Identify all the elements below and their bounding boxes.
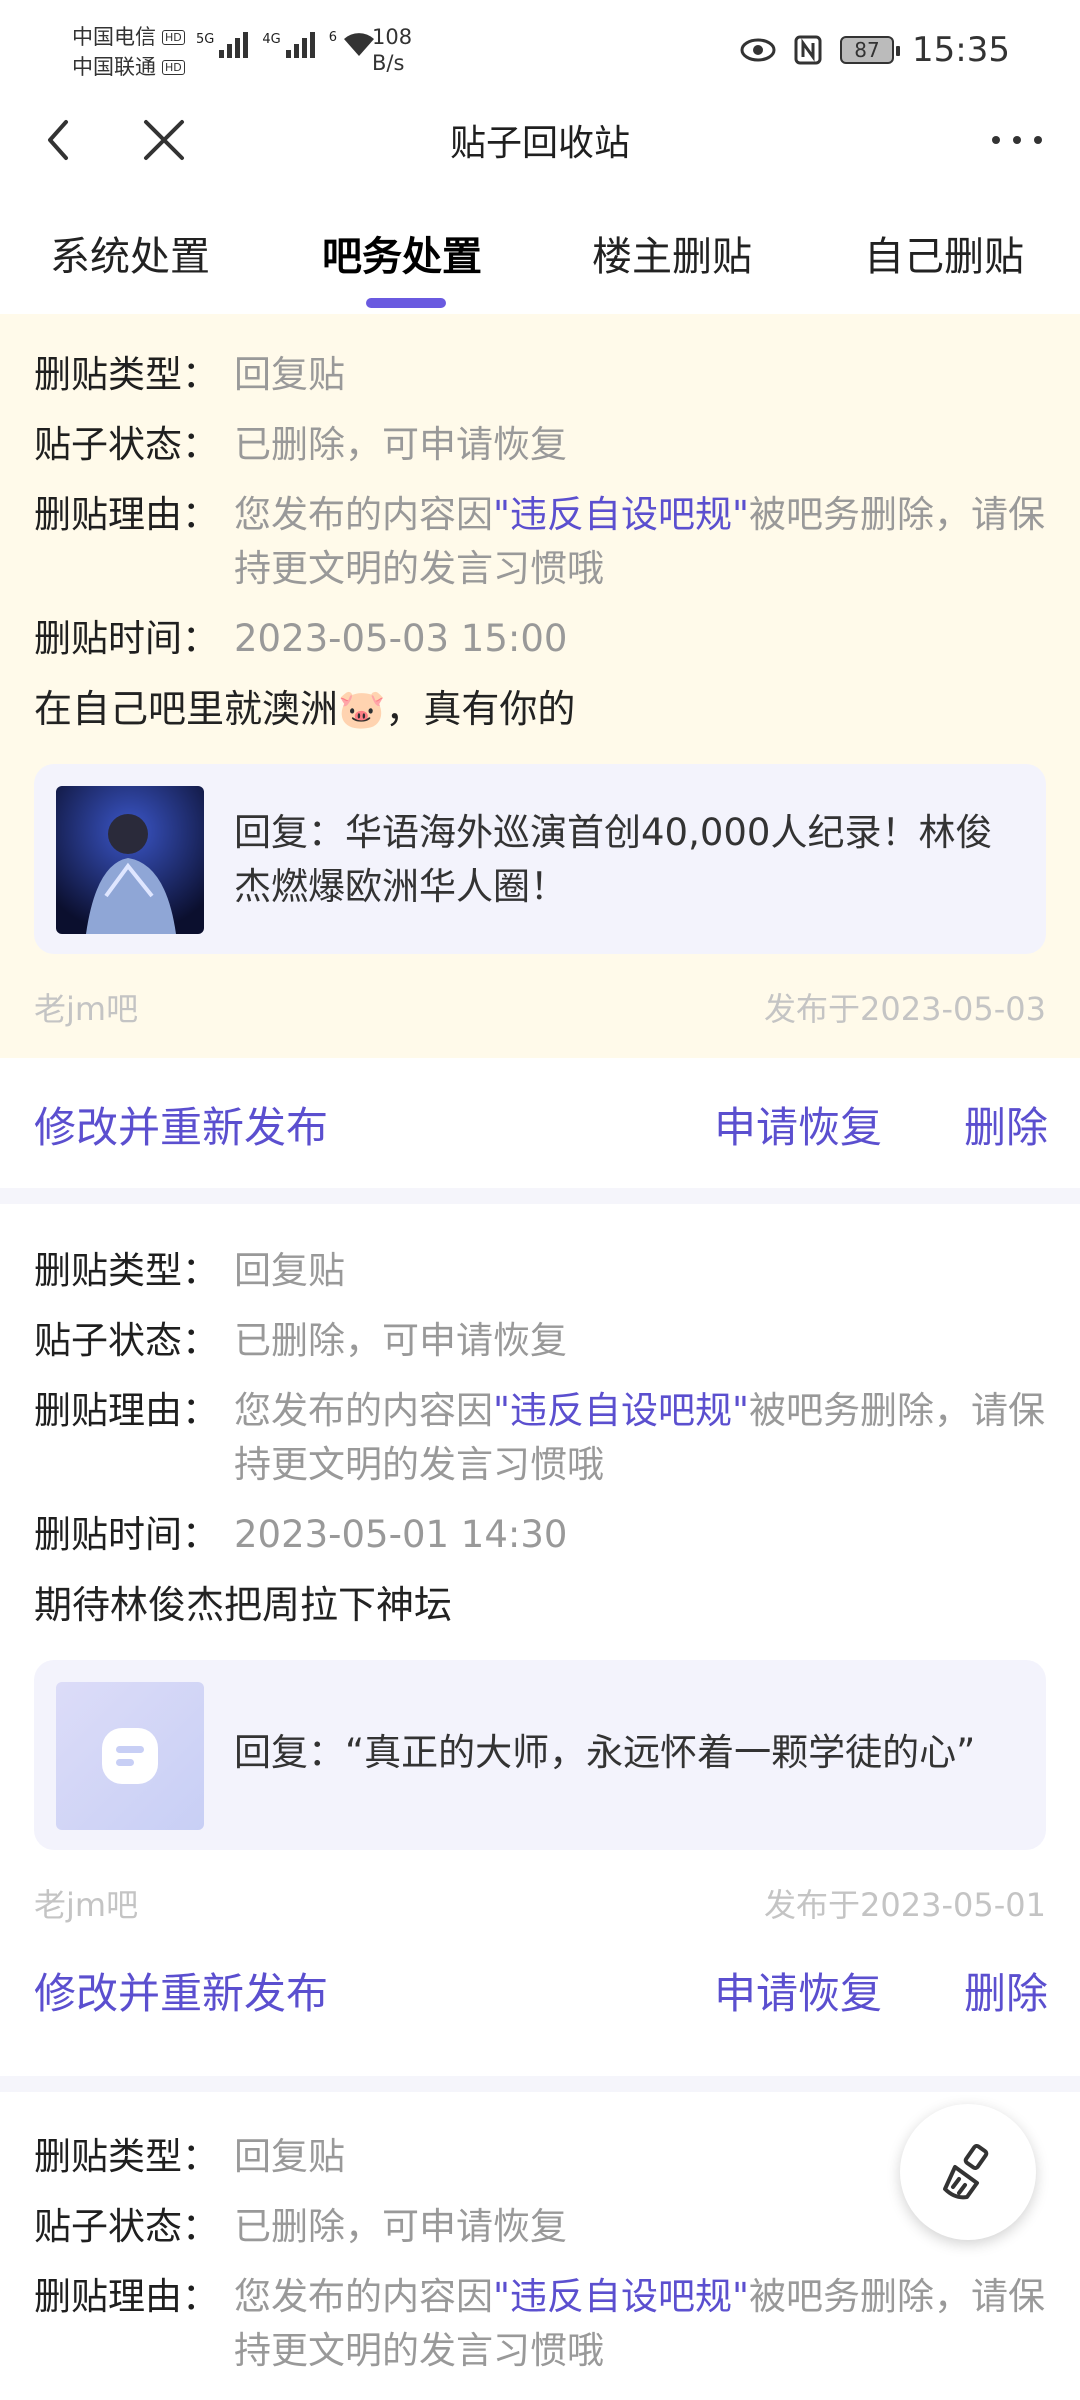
- status-bar: 中国电信 HD 中国联通 HD 5G 4G 6 108 B/s 87 15:35: [0, 0, 1080, 100]
- status-right: 87 15:35: [740, 30, 1010, 70]
- quoted-thread[interactable]: 回复：“真正的大师，永远怀着一颗学徒的心”: [34, 1660, 1046, 1850]
- thread-thumbnail: [56, 786, 204, 934]
- divider: [0, 2076, 1080, 2092]
- carrier-2: 中国联通: [72, 55, 156, 79]
- tab-indicator: [366, 298, 446, 308]
- delete-button[interactable]: 删除: [964, 1960, 1048, 2021]
- restore-button[interactable]: 申请恢复: [714, 1960, 882, 2021]
- delete-button[interactable]: 删除: [964, 1094, 1048, 1155]
- tab-bar: 系统处置 吧务处置 楼主删贴 自己删贴: [0, 200, 1080, 310]
- wifi-icon: 6: [329, 30, 376, 58]
- post-card: 删贴类型： 回复贴 贴子状态： 已删除，可申请恢复 删贴理由： 您发布的内容因"违反自…: [0, 1204, 1080, 2074]
- forum-name[interactable]: 老jm吧: [34, 1880, 138, 1934]
- card-actions: 修改并重新发布 申请恢复 删除: [0, 1946, 1080, 2074]
- post-card: 删贴类型： 回复贴 贴子状态： 已删除，可申请恢复 删贴理由： 您发布的内容因"违反自…: [0, 314, 1080, 1204]
- more-icon: [992, 136, 1042, 144]
- delete-type-row: 删贴类型： 回复贴: [34, 1249, 345, 1292]
- hd-badge: HD: [162, 29, 185, 45]
- signal-icons: 5G 4G 6: [196, 30, 376, 58]
- eye-icon: [740, 38, 776, 62]
- forum-name[interactable]: 老jm吧: [34, 984, 138, 1038]
- quoted-thread[interactable]: 回复：华语海外巡演首创40,000人纪录！林俊杰燃爆欧洲华人圈！: [34, 764, 1046, 954]
- post-text: 在自己吧里就澳洲🐷，真有你的: [34, 687, 576, 731]
- delete-time-row: 删贴时间： 2023-05-01 14:30: [34, 1513, 568, 1556]
- post-status-row: 贴子状态： 已删除，可申请恢复: [34, 423, 567, 466]
- tab-self-deleted[interactable]: 自己删贴: [864, 224, 1024, 282]
- clean-fab-button[interactable]: [900, 2104, 1036, 2240]
- delete-reason-row: 删贴理由： 您发布的内容因"违反自设吧规"被吧务删除，请保持更文明的发言习惯哦: [34, 1389, 1046, 1486]
- post-meta: 老jm吧 发布于2023-05-03: [34, 984, 1046, 1038]
- post-status-row: 贴子状态： 已删除，可申请恢复: [34, 1319, 567, 1362]
- signal-4g-icon: 4G: [262, 32, 315, 58]
- divider: [0, 1188, 1080, 1204]
- battery-icon: 87: [840, 36, 901, 64]
- publish-date: 发布于2023-05-03: [764, 990, 1046, 1028]
- delete-reason-row: 删贴理由： 您发布的内容因"违反自设吧规"被吧务删除，请保持更文明的发言习惯哦: [34, 2275, 1046, 2372]
- post-meta: 老jm吧 发布于2023-05-01: [34, 1880, 1046, 1934]
- hd-badge: HD: [162, 59, 185, 75]
- nfc-icon: [794, 35, 822, 65]
- thread-placeholder-icon: [56, 1682, 204, 1830]
- card-actions: 修改并重新发布 申请恢复 删除: [0, 1058, 1080, 1188]
- post-status-row: 贴子状态： 已删除，可申请恢复: [34, 2205, 567, 2248]
- edit-republish-button[interactable]: 修改并重新发布: [34, 1960, 328, 2021]
- header: 贴子回收站: [0, 100, 1080, 180]
- delete-type-row: 删贴类型： 回复贴: [34, 2135, 345, 2178]
- rule-link[interactable]: "违反自设吧规": [493, 1389, 749, 1432]
- rule-link[interactable]: "违反自设吧规": [493, 493, 749, 536]
- network-speed: 108 B/s: [372, 25, 413, 75]
- restore-button[interactable]: 申请恢复: [714, 1094, 882, 1155]
- tab-op-deleted[interactable]: 楼主删贴: [592, 224, 752, 282]
- carrier-info: 中国电信 HD 中国联通 HD: [72, 22, 185, 82]
- delete-time-row: 删贴时间： 2023-05-03 15:00: [34, 617, 568, 660]
- edit-republish-button[interactable]: 修改并重新发布: [34, 1094, 328, 1155]
- more-button[interactable]: [982, 110, 1052, 170]
- post-text: 期待林俊杰把周拉下神坛: [34, 1583, 453, 1627]
- rule-link[interactable]: "违反自设吧规": [493, 2275, 749, 2318]
- quoted-thread-title: 回复：华语海外巡演首创40,000人纪录！林俊杰燃爆欧洲华人圈！: [234, 811, 993, 908]
- signal-5g-icon: 5G: [196, 32, 249, 58]
- carrier-1: 中国电信: [72, 25, 156, 49]
- delete-type-row: 删贴类型： 回复贴: [34, 353, 345, 396]
- broom-icon: [943, 2143, 989, 2200]
- delete-reason-row: 删贴理由： 您发布的内容因"违反自设吧规"被吧务删除，请保持更文明的发言习惯哦: [34, 493, 1046, 590]
- quoted-thread-title: 回复：“真正的大师，永远怀着一颗学徒的心”: [234, 1731, 976, 1774]
- publish-date: 发布于2023-05-01: [764, 1886, 1046, 1924]
- page-title: 贴子回收站: [449, 123, 630, 164]
- tab-moderator[interactable]: 吧务处置: [322, 224, 482, 282]
- clock: 15:35: [912, 30, 1010, 70]
- tab-system[interactable]: 系统处置: [50, 224, 210, 282]
